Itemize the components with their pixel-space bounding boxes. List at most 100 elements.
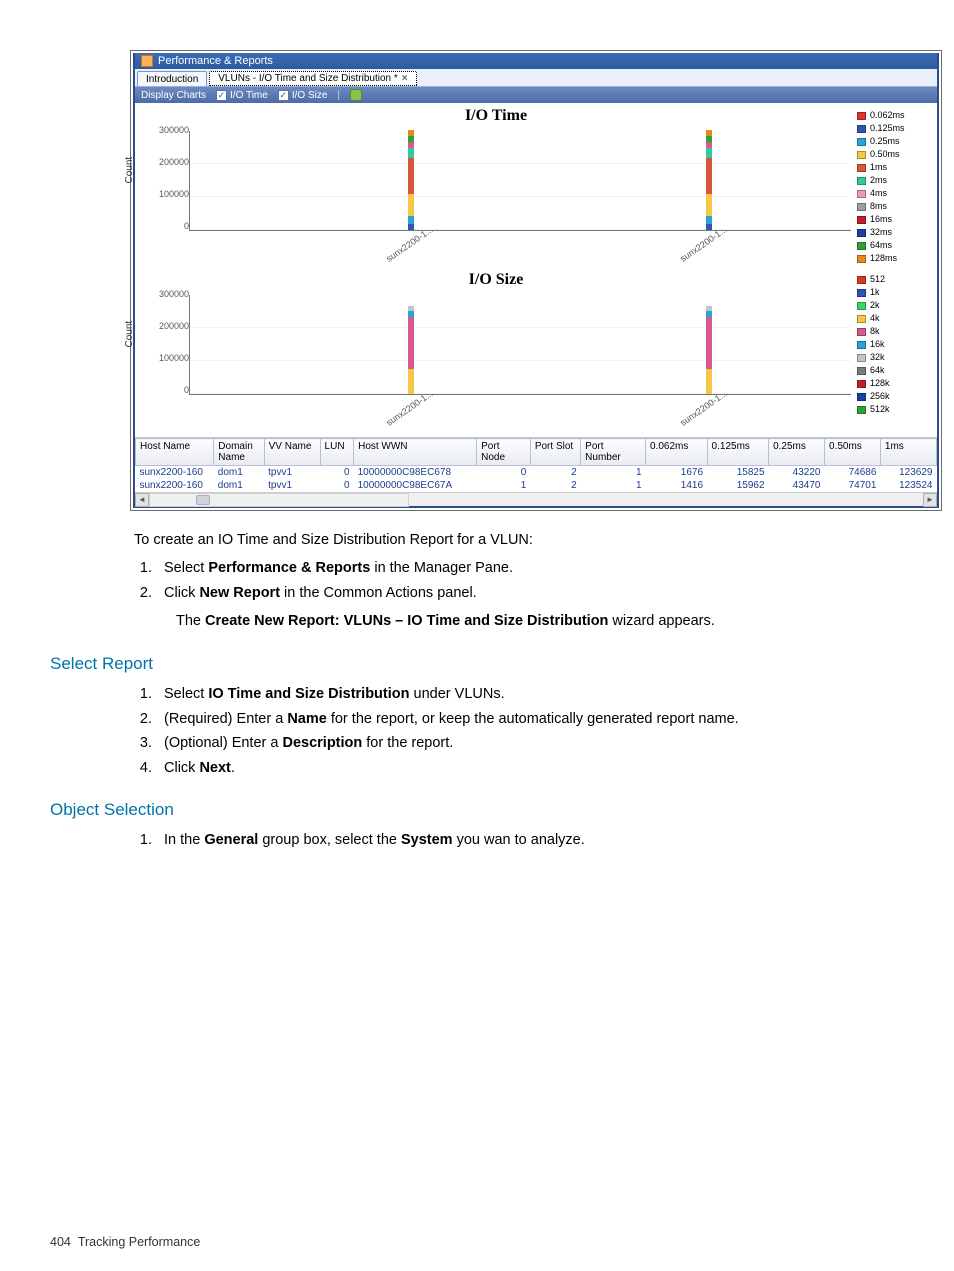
cell: dom1 [214,479,264,492]
display-io-time-checkbox[interactable]: ✓ I/O Time [216,90,268,101]
close-icon[interactable]: × [402,73,408,84]
legend-swatch [857,315,866,323]
legend-label: 256k [870,390,890,403]
toolbar-label: Display Charts [141,90,206,101]
scroll-thumb[interactable] [196,495,210,505]
legend-swatch [857,341,866,349]
legend-label: 8k [870,325,880,338]
legend-swatch [857,177,866,185]
io-time-label: I/O Time [230,90,268,101]
legend-item: 8k [857,325,933,338]
legend-label: 512 [870,273,885,286]
legend-label: 0.50ms [870,148,900,161]
legend-item: 0.50ms [857,148,933,161]
legend-item: 32ms [857,226,933,239]
column-header[interactable]: LUN [320,439,354,466]
legend-label: 128k [870,377,890,390]
legend-item: 2k [857,299,933,312]
legend-swatch [857,367,866,375]
page-number: 404 [50,1235,71,1249]
legend-swatch [857,138,866,146]
bar [706,130,712,230]
legend-item: 4ms [857,187,933,200]
column-header[interactable]: 0.125ms [707,439,769,466]
cell: tpvv1 [264,479,320,492]
cell: 123629 [880,466,936,480]
y-tick: 300000 [159,289,189,299]
bar [408,130,414,230]
column-header[interactable]: VV Name [264,439,320,466]
legend-label: 1ms [870,161,887,174]
refresh-icon[interactable] [350,89,362,101]
tabs-bar: Introduction VLUNs - I/O Time and Size D… [135,69,937,87]
cell: 123524 [880,479,936,492]
y-tick: 200000 [159,157,189,167]
legend-item: 32k [857,351,933,364]
chart-io-size-title: I/O Size [141,271,851,289]
column-header[interactable]: Host Name [136,439,214,466]
cell: 1 [477,479,531,492]
io-size-label: I/O Size [292,90,328,101]
legend-swatch [857,289,866,297]
legend-label: 1k [870,286,880,299]
cell: 43470 [769,479,825,492]
charts-toolbar: Display Charts ✓ I/O Time ✓ I/O Size | [135,87,937,103]
column-header[interactable]: Port Slot [530,439,580,466]
cell: 74701 [824,479,880,492]
column-header[interactable]: 1ms [880,439,936,466]
column-header[interactable]: Domain Name [214,439,264,466]
horizontal-scrollbar[interactable]: ◄ ► [135,492,937,506]
legend-item: 1ms [857,161,933,174]
y-axis-label: Count [124,321,135,348]
cell: 10000000C98EC67A [354,479,477,492]
tab-introduction[interactable]: Introduction [137,71,207,86]
column-header[interactable]: 0.25ms [769,439,825,466]
separator: | [337,90,340,101]
column-header[interactable]: 0.50ms [824,439,880,466]
column-header[interactable]: Port Number [581,439,646,466]
cell: 1676 [646,466,708,480]
cell: 74686 [824,466,880,480]
column-header[interactable]: Host WWN [354,439,477,466]
legend-label: 2k [870,299,880,312]
display-io-size-checkbox[interactable]: ✓ I/O Size [278,90,328,101]
cell: sunx2200-160 [136,479,214,492]
tab-vluns-io-dist-label: VLUNs - I/O Time and Size Distribution * [218,73,398,84]
legend-swatch [857,406,866,414]
cell: 15825 [707,466,769,480]
cell: tpvv1 [264,466,320,480]
tab-vluns-io-dist[interactable]: VLUNs - I/O Time and Size Distribution *… [209,71,416,86]
bar [408,306,414,394]
legend-item: 512 [857,273,933,286]
legend-swatch [857,190,866,198]
checkbox-icon: ✓ [278,90,289,101]
cell: 2 [530,466,580,480]
legend-label: 64k [870,364,885,377]
cell: 0 [320,466,354,480]
app-screenshot: Performance & Reports Introduction VLUNs… [130,50,942,511]
legend-item: 128k [857,377,933,390]
detail-table: Host NameDomain NameVV NameLUNHost WWNPo… [135,437,937,506]
table-row[interactable]: sunx2200-160dom1tpvv1010000000C98EC67A12… [136,479,937,492]
legend-item: 2ms [857,174,933,187]
legend-swatch [857,164,866,172]
legend-io-time: 0.062ms0.125ms0.25ms0.50ms1ms2ms4ms8ms16… [855,107,935,271]
legend-item: 0.062ms [857,109,933,122]
column-header[interactable]: Port Node [477,439,531,466]
legend-swatch [857,302,866,310]
window-title: Performance & Reports [158,55,273,67]
cell: 43220 [769,466,825,480]
table-row[interactable]: sunx2200-160dom1tpvv1010000000C98EC67802… [136,466,937,480]
chart-io-time-title: I/O Time [141,107,851,125]
cell: 1416 [646,479,708,492]
scroll-right-icon[interactable]: ► [923,493,937,507]
legend-io-size: 5121k2k4k8k16k32k64k128k256k512k [855,271,935,435]
cell: 1 [581,479,646,492]
legend-label: 16ms [870,213,892,226]
cell: sunx2200-160 [136,466,214,480]
legend-item: 64ms [857,239,933,252]
y-tick: 300000 [159,125,189,135]
scroll-left-icon[interactable]: ◄ [135,493,149,507]
legend-label: 32ms [870,226,892,239]
legend-label: 128ms [870,252,897,265]
